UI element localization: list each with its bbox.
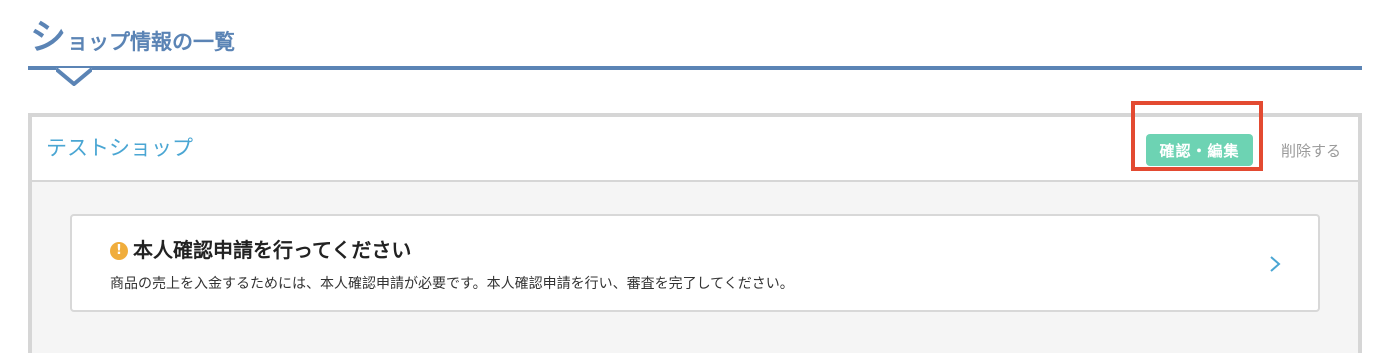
notice-body: 商品の売上を入金するためには、本人確認申請が必要です。本人確認申請を行い、審査を… [110,276,794,292]
warning-icon: ! [110,242,128,260]
page-title-rest: ョップ情報の一覧 [67,30,236,54]
identity-verification-notice[interactable]: ! 本人確認申請を行ってください 商品の売上を入金するためには、本人確認申請が必… [70,214,1320,312]
chevron-right-icon [1270,256,1281,272]
title-underline [28,66,1362,70]
title-notch-marker [56,68,92,86]
shop-name: テストショップ [46,136,193,160]
shop-card-header: テストショップ 確認・編集 削除する [32,101,1358,182]
notice-title: 本人確認申請を行ってください [133,238,412,262]
delete-shop-link[interactable]: 削除する [1281,141,1341,161]
highlight-box [1131,101,1263,171]
page-title: シ ョップ情報の一覧 [30,12,235,56]
page-title-first-char: シ [30,17,67,58]
shop-card: テストショップ 確認・編集 削除する ! 本人確認申請を行ってください 商品の売… [28,101,1362,353]
